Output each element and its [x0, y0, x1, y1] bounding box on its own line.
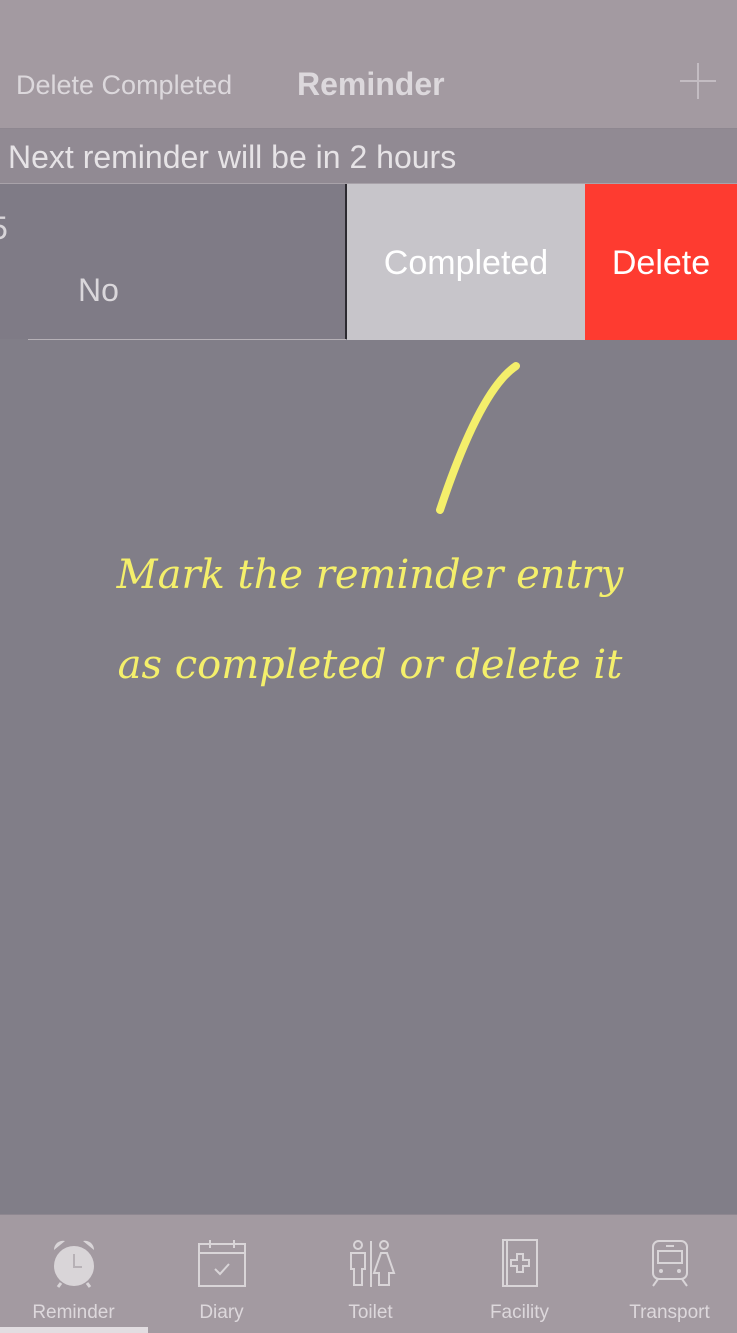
delete-label: Delete: [611, 244, 711, 282]
plus-icon[interactable]: [680, 63, 716, 99]
tab-label-toilet: Toilet: [348, 1302, 393, 1323]
completed-label: Completed: [383, 244, 549, 282]
navigation-bar: Delete Completed Reminder: [0, 0, 737, 129]
tab-transport[interactable]: Transport: [596, 1215, 737, 1333]
annotation-text: Mark the reminder entry as completed or …: [40, 530, 700, 710]
tab-facility[interactable]: Facility: [446, 1215, 593, 1333]
next-reminder-banner: Next reminder will be in 2 hours: [0, 129, 737, 184]
annotation-line-1: Mark the reminder entry: [116, 552, 624, 598]
tab-label-transport: Transport: [629, 1302, 710, 1323]
row-divider: [28, 339, 346, 340]
selected-tab-indicator: [0, 1327, 148, 1333]
tab-toilet[interactable]: Toilet: [297, 1215, 444, 1333]
reminder-row[interactable]: 5 No: [0, 184, 346, 339]
tab-label-diary: Diary: [199, 1302, 244, 1323]
tab-label-facility: Facility: [489, 1302, 550, 1323]
tab-bar: Reminder Diary Toilet Facility Transport: [0, 1214, 737, 1333]
delete-button[interactable]: Delete: [585, 184, 737, 340]
reminder-row-value: No: [78, 272, 119, 308]
first-aid-book-icon: [502, 1239, 538, 1287]
calendar-check-icon: [198, 1240, 246, 1287]
annotation-pointer-line: [436, 362, 520, 514]
delete-completed-button[interactable]: Delete Completed: [16, 70, 232, 101]
tab-label-reminder: Reminder: [32, 1302, 115, 1323]
reminder-row-partial-text: 5: [0, 210, 8, 247]
alarm-clock-icon: [53, 1240, 95, 1288]
restroom-icon: [350, 1240, 396, 1287]
mark-completed-button[interactable]: Completed: [347, 184, 585, 340]
train-icon: [652, 1240, 688, 1287]
page-title: Reminder: [297, 66, 445, 102]
next-reminder-text: Next reminder will be in 2 hours: [8, 139, 457, 175]
tab-reminder[interactable]: Reminder: [0, 1215, 148, 1333]
tab-diary[interactable]: Diary: [148, 1215, 295, 1333]
annotation-line-2: as completed or delete it: [117, 642, 623, 688]
